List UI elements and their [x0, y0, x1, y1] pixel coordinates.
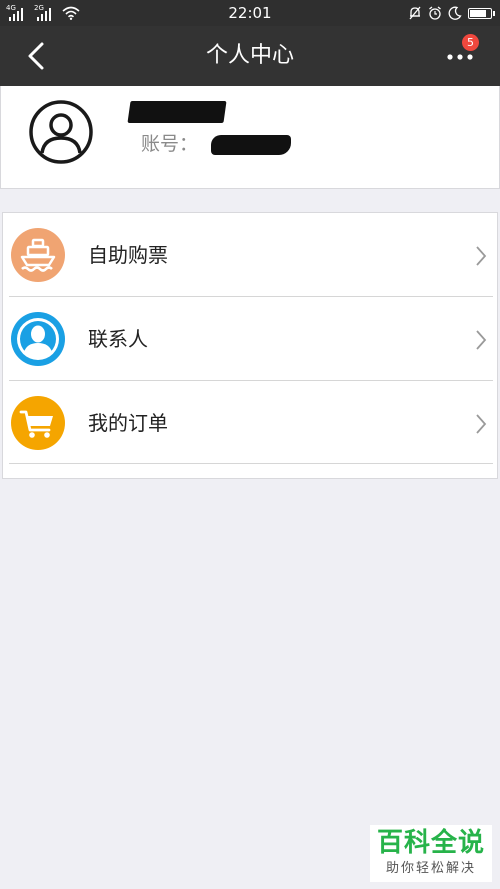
menu-item-label: 联系人 [88, 327, 148, 351]
ship-icon [11, 228, 65, 282]
redacted-username [127, 101, 227, 123]
status-right [408, 4, 495, 22]
mute-bell-icon [409, 6, 421, 20]
watermark-logo: 百科全说 助你轻松解决 [370, 825, 492, 882]
watermark-sub-text: 助你轻松解决 [385, 861, 476, 876]
moon-icon [448, 6, 462, 20]
menu-item-label: 自助购票 [88, 243, 168, 267]
chevron-right-icon [476, 330, 487, 350]
divider [9, 463, 493, 464]
avatar-icon [29, 100, 93, 164]
menu-item-contacts[interactable]: 联系人 [3, 297, 497, 380]
account-label: 账号： [141, 133, 199, 155]
more-button[interactable] [442, 46, 482, 68]
menu-item-my-orders[interactable]: 我的订单 [3, 381, 497, 464]
profile-card[interactable]: 账号： [0, 86, 500, 189]
chevron-right-icon [476, 246, 487, 266]
alarm-icon [429, 6, 441, 20]
menu-item-self-ticketing[interactable]: 自助购票 [3, 213, 497, 296]
battery-icon [468, 7, 495, 19]
menu-card: 自助购票 联系人 我的订单 [2, 212, 498, 479]
page-title: 个人中心 [205, 43, 294, 68]
notification-badge: 5 [462, 34, 479, 51]
cart-icon [11, 396, 65, 450]
contact-icon [11, 312, 65, 366]
battery-fill [470, 9, 486, 17]
nav-bar: 个人中心 [0, 26, 500, 86]
watermark-main-text: 百科全说 [376, 828, 485, 858]
redacted-account-id [211, 135, 291, 155]
menu-item-label: 我的订单 [88, 411, 168, 435]
chevron-right-icon [476, 414, 487, 434]
more-dots-icon [447, 54, 473, 60]
status-bar: 4G 2G 22:01 [0, 0, 500, 26]
